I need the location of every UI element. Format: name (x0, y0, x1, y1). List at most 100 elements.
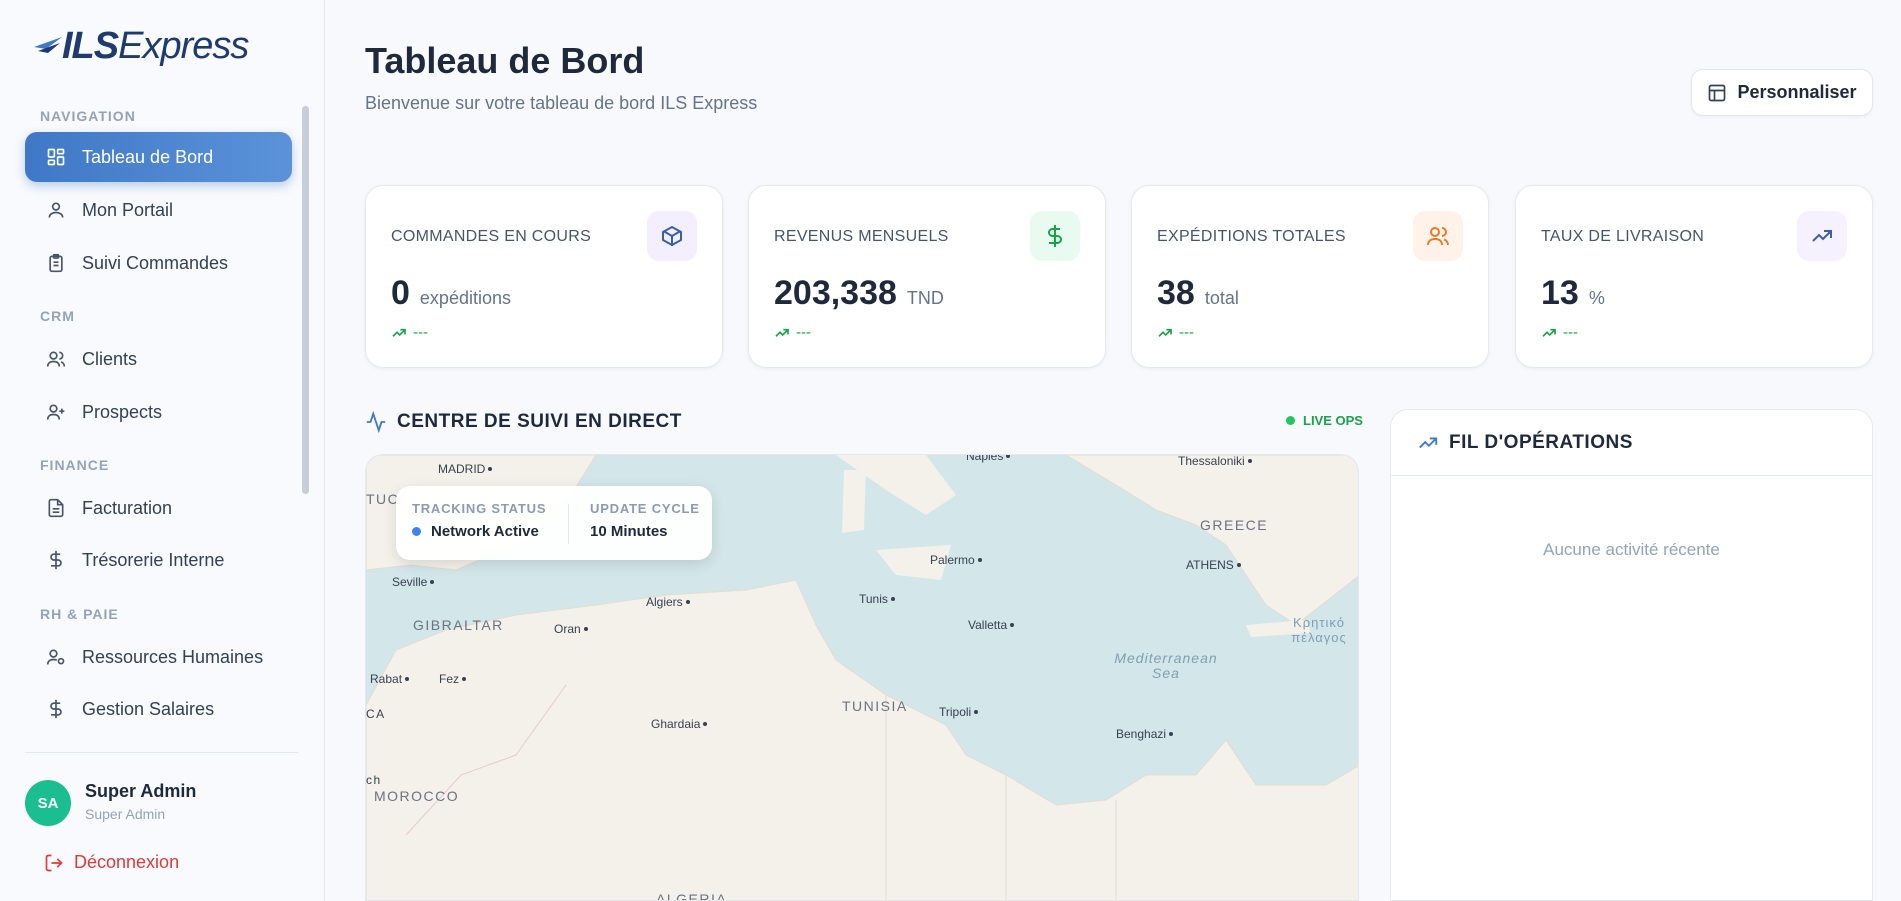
user-plus-icon (45, 401, 67, 423)
trending-up-icon (1542, 328, 1556, 337)
sidebar-item-treasury[interactable]: Trésorerie Interne (25, 535, 292, 585)
kpi-number: 13 (1541, 274, 1579, 312)
update-cycle: UPDATE CYCLE 10 Minutes (590, 501, 700, 540)
sidebar-item-prospects[interactable]: Prospects (25, 387, 292, 437)
map-city: Seville (392, 575, 435, 589)
sidebar-item-label: Suivi Commandes (82, 252, 229, 273)
kpi-label: COMMANDES EN COURS (391, 228, 592, 245)
logo[interactable]: ILSExpress (34, 24, 249, 68)
live-dot (1286, 416, 1295, 425)
page-subtitle: Bienvenue sur votre tableau de bord ILS … (365, 93, 758, 113)
update-cycle-label: UPDATE CYCLE (590, 501, 700, 516)
page-title: Tableau de Bord (365, 40, 645, 81)
kpi-value: 0 expéditions (391, 274, 511, 313)
kpi-trend: --- (1157, 324, 1194, 341)
map-city: Thessaloniki (1178, 455, 1252, 468)
sidebar-item-label: Tableau de Bord (82, 146, 214, 167)
sidebar-item-billing[interactable]: Facturation (25, 483, 292, 533)
sidebar-item-label: Gestion Salaires (82, 698, 215, 719)
logout-icon (45, 854, 63, 871)
kpi-label: TAUX DE LIVRAISON (1541, 228, 1705, 245)
map-country: TUNISIA (842, 698, 908, 714)
kpi-value: 203,338 TND (774, 274, 944, 313)
kpi-label: REVENUS MENSUELS (774, 228, 949, 245)
sidebar-scrollbar[interactable] (302, 106, 309, 494)
map-country: TUC (366, 491, 400, 507)
map-sea-label: Κρητικό πέλαγος (1291, 615, 1347, 645)
section-navigation: NAVIGATION (40, 108, 136, 124)
sidebar-item-label: Prospects (82, 401, 163, 422)
kpi-trend: --- (1541, 324, 1578, 341)
kpi-number: 203,338 (774, 274, 897, 312)
live-title-text: CENTRE DE SUIVI EN DIRECT (397, 411, 682, 432)
dollar-icon (45, 698, 67, 720)
operations-feed: FIL D'OPÉRATIONS Aucune activité récente (1390, 409, 1873, 901)
trending-up-icon (1419, 437, 1438, 448)
map-city: Napies (966, 455, 1011, 463)
users-icon (1413, 211, 1463, 261)
kpi-unit: % (1588, 288, 1605, 308)
sidebar-item-label: Trésorerie Interne (82, 549, 225, 570)
sidebar-item-label: Mon Portail (82, 199, 174, 220)
sidebar-item-payroll[interactable]: Gestion Salaires (25, 684, 292, 734)
user-name: Super Admin (85, 781, 197, 801)
map-city: Palermo (930, 553, 982, 567)
customize-button[interactable]: Personnaliser (1691, 69, 1873, 116)
map-country: GREECE (1200, 517, 1269, 533)
kpi-card-delivery-rate[interactable]: TAUX DE LIVRAISON 13 % --- (1515, 185, 1873, 368)
sidebar-item-label: Facturation (82, 497, 173, 518)
logout-button[interactable]: Déconnexion (44, 852, 179, 873)
sidebar-item-orders[interactable]: Suivi Commandes (25, 238, 292, 288)
dollar-icon (1030, 211, 1080, 261)
trending-up-icon (1158, 328, 1172, 337)
trending-up-icon (775, 328, 789, 337)
kpi-unit: total (1204, 288, 1239, 308)
sidebar-item-label: Clients (82, 348, 138, 369)
kpi-number: 38 (1157, 274, 1195, 312)
users-icon (45, 348, 67, 370)
map-city: Benghazi (1116, 727, 1174, 741)
user-icon (45, 199, 67, 221)
kpi-card-shipments[interactable]: EXPÉDITIONS TOTALES 38 total --- (1131, 185, 1489, 368)
kpi-label: EXPÉDITIONS TOTALES (1157, 228, 1346, 245)
sidebar-item-label: Ressources Humaines (82, 646, 264, 667)
map-sea-label: Mediterranean Sea (1114, 650, 1218, 681)
user-role: Super Admin (85, 806, 166, 822)
kpi-card-orders[interactable]: COMMANDES EN COURS 0 expéditions --- (365, 185, 723, 368)
sidebar-item-clients[interactable]: Clients (25, 334, 292, 384)
map-city: MADRID (438, 462, 493, 476)
kpi-card-revenue[interactable]: REVENUS MENSUELS 203,338 TND --- (748, 185, 1106, 368)
sidebar-divider (25, 752, 298, 753)
map-city: Rabat (370, 672, 410, 686)
map-country: GIBRALTAR (413, 617, 504, 633)
activity-icon (366, 411, 386, 433)
map-country: ALGERIA (656, 891, 728, 901)
kpi-trend-text: --- (1179, 324, 1194, 341)
sidebar-item-hr[interactable]: Ressources Humaines (25, 632, 292, 682)
avatar[interactable]: SA (25, 780, 71, 826)
package-icon (647, 211, 697, 261)
kpi-trend: --- (391, 324, 428, 341)
ops-empty-state: Aucune activité récente (1543, 540, 1720, 559)
map-city: Ghardaia (651, 717, 708, 731)
sidebar-item-dashboard[interactable]: Tableau de Bord (25, 132, 292, 182)
map-city: ATHENS (1186, 558, 1241, 572)
tracking-status-card: TRACKING STATUS Network Active UPDATE CY… (396, 486, 712, 560)
kpi-value: 13 % (1541, 274, 1605, 313)
trending-up-icon (1797, 211, 1847, 261)
logout-label: Déconnexion (74, 852, 180, 872)
tracking-status-value: Network Active (412, 523, 546, 540)
map-country: CA (366, 707, 386, 721)
map-city: Oran (554, 622, 588, 636)
clipboard-icon (45, 252, 67, 274)
kpi-value: 38 total (1157, 274, 1239, 313)
logo-text: ILSExpress (62, 24, 249, 67)
sidebar-item-portal[interactable]: Mon Portail (25, 185, 292, 235)
logo-wing-icon (34, 37, 62, 53)
section-hr: RH & PAIE (40, 606, 119, 622)
map-city: Algiers (646, 595, 690, 609)
kpi-number: 0 (391, 274, 410, 312)
kpi-unit: expéditions (419, 288, 511, 308)
map-city: Tripoli (939, 705, 979, 719)
section-finance: FINANCE (40, 457, 110, 473)
